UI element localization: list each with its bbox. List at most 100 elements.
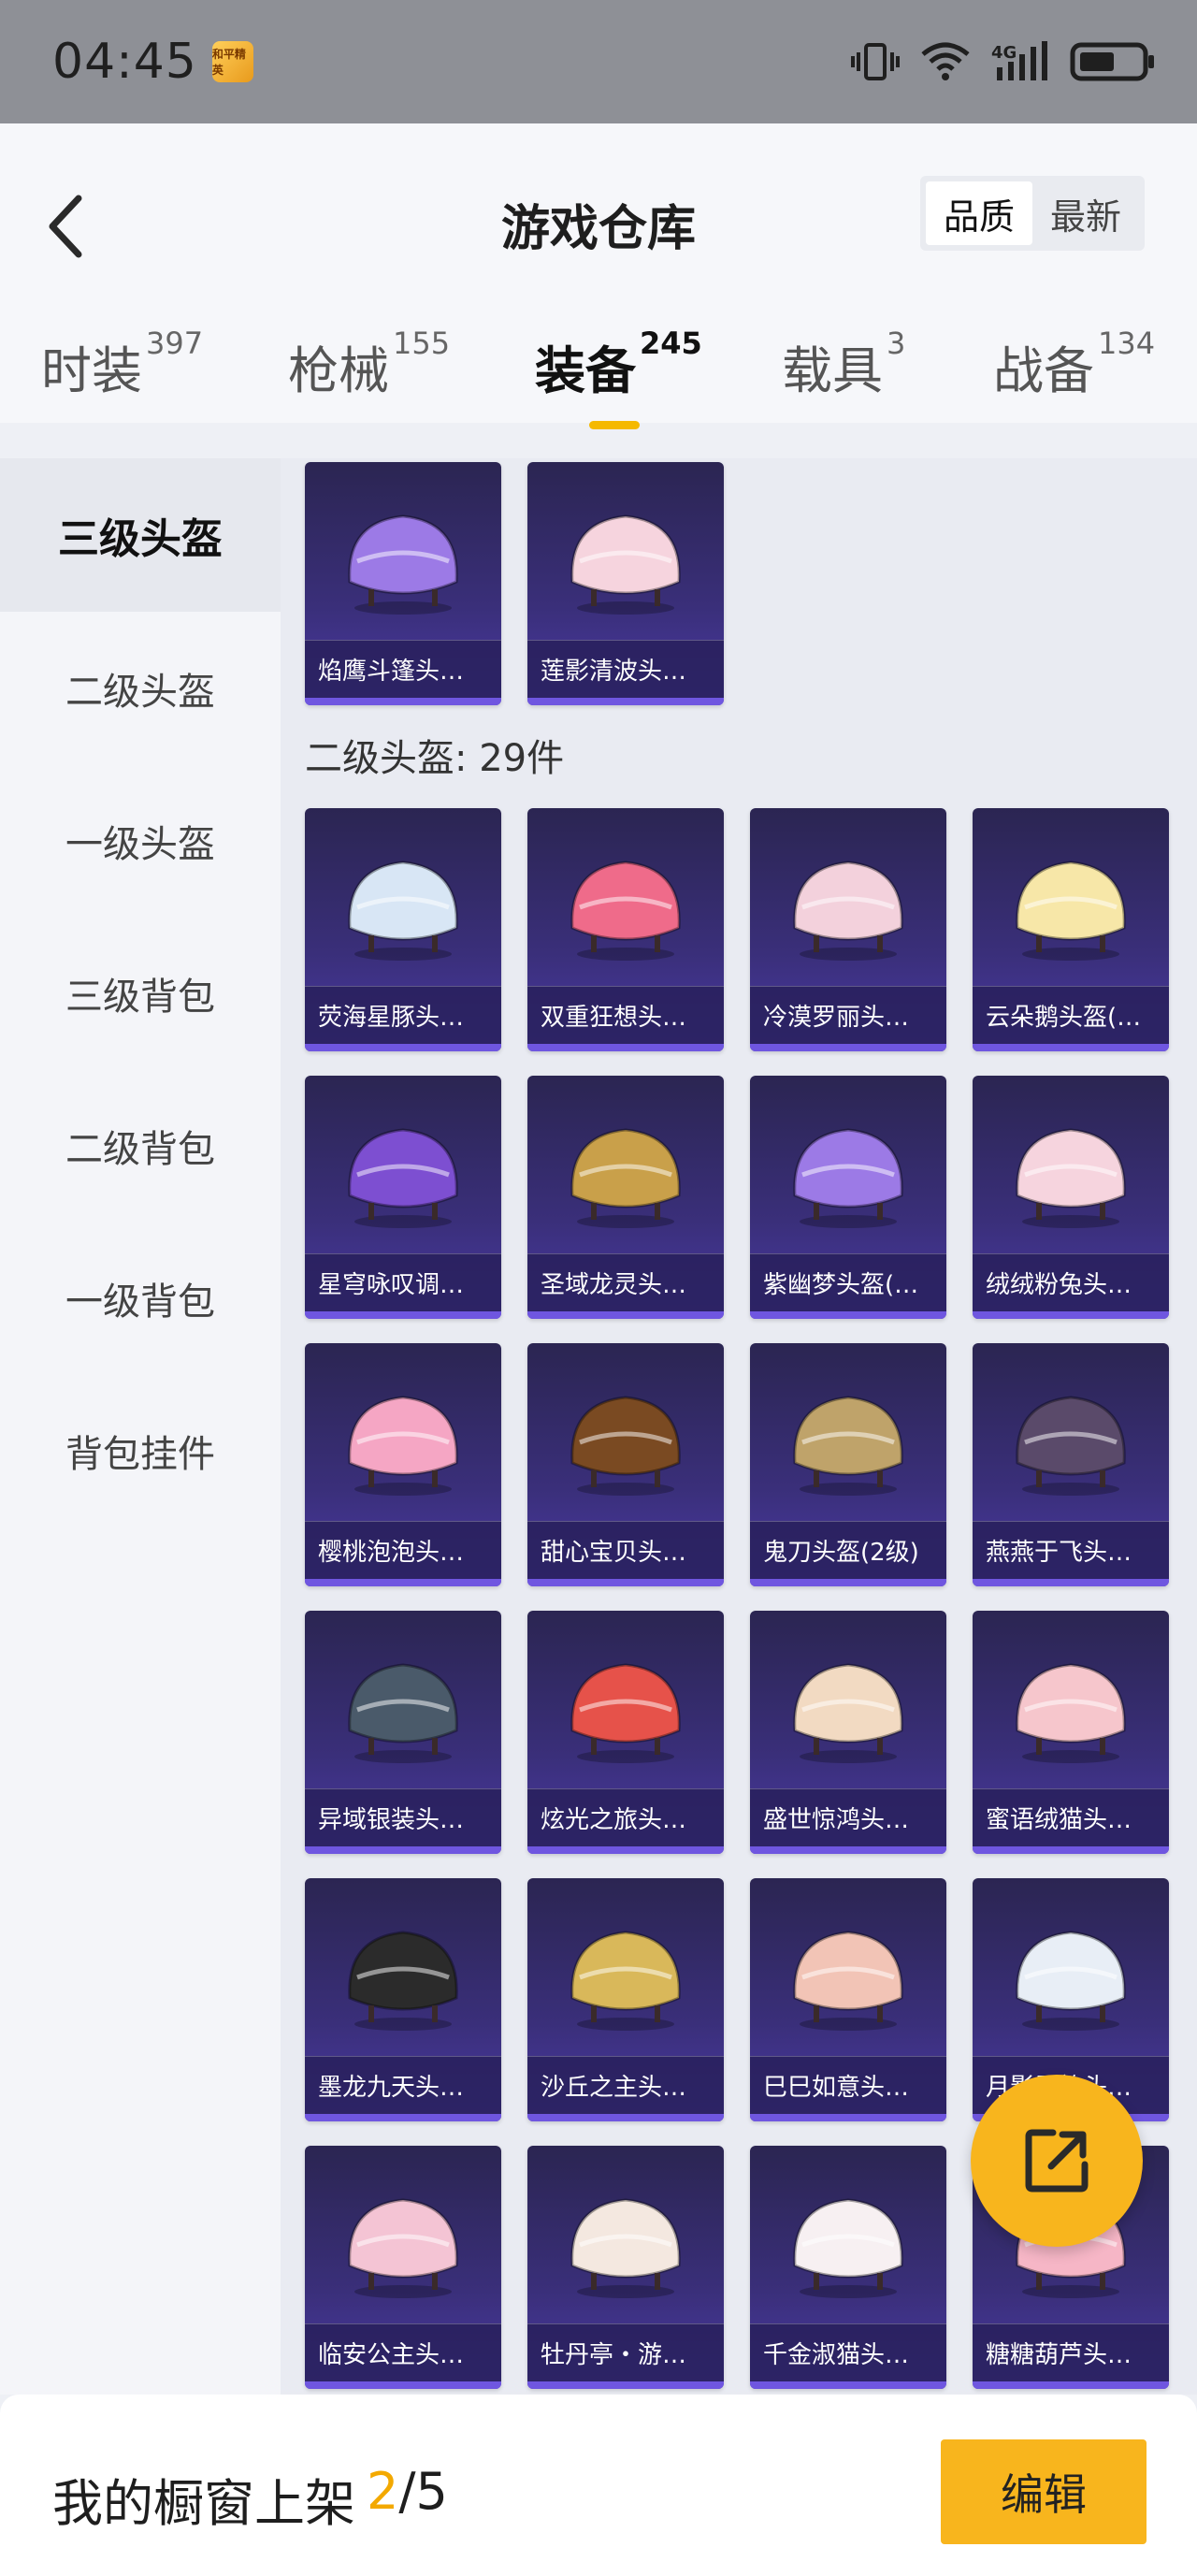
helmet-icon <box>793 1396 903 1496</box>
item-name: 糖糖葫芦头… <box>973 2323 1169 2381</box>
sidebar-item-level1-helmet[interactable]: 一级头盔 <box>0 764 281 917</box>
sidebar-item-level3-backpack[interactable]: 三级背包 <box>0 917 281 1069</box>
item-card[interactable]: 燕燕于飞头… <box>973 1343 1169 1586</box>
item-card[interactable]: 甜心宝贝头… <box>527 1343 724 1586</box>
tab-equipment[interactable]: 装备 245 <box>535 326 702 423</box>
tab-label: 载具 <box>782 341 883 400</box>
wifi-icon <box>921 42 970 80</box>
helmet-icon <box>570 1128 681 1228</box>
item-name: 异域银装头… <box>305 1788 501 1846</box>
sidebar-item-level1-backpack[interactable]: 一级背包 <box>0 1222 281 1374</box>
item-name: 双重狂想头… <box>527 986 724 1044</box>
item-card[interactable]: 千金淑猫头… <box>750 2146 946 2389</box>
helmet-icon <box>1016 1128 1126 1228</box>
item-name: 燕燕于飞头… <box>973 1521 1169 1579</box>
tab-label: 战备 <box>993 341 1094 400</box>
tab-count: 245 <box>640 326 702 361</box>
item-card[interactable]: 牡丹亭・游… <box>527 2146 724 2389</box>
item-card[interactable]: 荧海星豚头… <box>305 808 501 1051</box>
share-out-icon <box>1025 2129 1089 2192</box>
tab-vehicles[interactable]: 载具 3 <box>782 326 906 423</box>
tab-label: 装备 <box>535 341 636 400</box>
helmet-icon <box>348 514 458 615</box>
helmet-icon <box>793 1128 903 1228</box>
item-card[interactable]: 焰鹰斗篷头… <box>305 462 501 705</box>
edit-button[interactable]: 编辑 <box>941 2439 1147 2544</box>
helmet-icon <box>348 1396 458 1496</box>
item-name: 鬼刀头盔(2级) <box>750 1521 946 1579</box>
sidebar-item-backpack-pendant[interactable]: 背包挂件 <box>0 1374 281 1527</box>
sidebar-item-level2-backpack[interactable]: 二级背包 <box>0 1069 281 1222</box>
helmet-icon <box>348 861 458 961</box>
tab-label: 时装 <box>41 341 142 400</box>
category-tabs: 时装 397 枪械 155 装备 245 载具 3 战备 134 <box>0 326 1197 432</box>
sort-by-quality-button[interactable]: 品质 <box>926 181 1032 245</box>
tab-supplies[interactable]: 战备 134 <box>993 326 1155 423</box>
helmet-icon <box>348 1931 458 2031</box>
item-name: 樱桃泡泡头… <box>305 1521 501 1579</box>
item-card[interactable]: 鬼刀头盔(2级) <box>750 1343 946 1586</box>
item-card[interactable]: 巳巳如意头… <box>750 1878 946 2121</box>
tab-count: 3 <box>887 326 906 361</box>
item-name: 沙丘之主头… <box>527 2056 724 2114</box>
item-card[interactable]: 墨龙九天头… <box>305 1878 501 2121</box>
sort-by-newest-button[interactable]: 最新 <box>1032 181 1139 245</box>
item-name: 星穹咏叹调… <box>305 1253 501 1311</box>
item-name: 牡丹亭・游… <box>527 2323 724 2381</box>
item-name: 荧海星豚头… <box>305 986 501 1044</box>
app-badge-label: 和平精英 <box>211 48 246 77</box>
item-card[interactable]: 盛世惊鸿头… <box>750 1611 946 1854</box>
showcase-bar: 我的橱窗上架 2/5 编辑 <box>0 2395 1197 2576</box>
active-tab-indicator <box>589 421 640 429</box>
item-card[interactable]: 星穹咏叹调… <box>305 1076 501 1319</box>
helmet-icon <box>1016 1396 1126 1496</box>
item-name: 云朵鹅头盔(… <box>973 986 1169 1044</box>
item-name: 紫幽梦头盔(… <box>750 1253 946 1311</box>
helmet-icon <box>1016 861 1126 961</box>
status-time: 04:45 <box>52 34 197 90</box>
share-button[interactable] <box>971 2075 1143 2247</box>
item-card[interactable]: 炫光之旅头… <box>527 1611 724 1854</box>
helmet-icon <box>793 1931 903 2031</box>
tab-label: 枪械 <box>288 341 389 400</box>
item-card[interactable]: 双重狂想头… <box>527 808 724 1051</box>
item-card[interactable]: 樱桃泡泡头… <box>305 1343 501 1586</box>
helmet-icon <box>793 861 903 961</box>
item-card[interactable]: 异域银装头… <box>305 1611 501 1854</box>
item-card[interactable]: 圣域龙灵头… <box>527 1076 724 1319</box>
helmet-icon <box>570 1931 681 2031</box>
helmet-icon <box>793 1663 903 1763</box>
sidebar-item-level2-helmet[interactable]: 二级头盔 <box>0 612 281 764</box>
item-card[interactable]: 绒绒粉兔头… <box>973 1076 1169 1319</box>
item-name: 盛世惊鸿头… <box>750 1788 946 1846</box>
item-card[interactable]: 云朵鹅头盔(… <box>973 808 1169 1051</box>
item-card[interactable]: 冷漠罗丽头… <box>750 808 946 1051</box>
item-card[interactable]: 紫幽梦头盔(… <box>750 1076 946 1319</box>
showcase-total: /5 <box>398 2462 448 2521</box>
item-name: 蜜语绒猫头… <box>973 1788 1169 1846</box>
sidebar: 三级头盔 二级头盔 一级头盔 三级背包 二级背包 一级背包 背包挂件 <box>0 458 281 2395</box>
tab-weapons[interactable]: 枪械 155 <box>288 326 451 423</box>
item-name: 莲影清波头… <box>527 640 724 698</box>
item-name: 巳巳如意头… <box>750 2056 946 2114</box>
item-card[interactable]: 沙丘之主头… <box>527 1878 724 2121</box>
battery-icon <box>1070 42 1154 81</box>
section-title: 二级头盔: 29件 <box>305 737 565 780</box>
helmet-icon <box>1016 1663 1126 1763</box>
item-card[interactable]: 临安公主头… <box>305 2146 501 2389</box>
item-card[interactable]: 莲影清波头… <box>527 462 724 705</box>
sidebar-item-level3-helmet[interactable]: 三级头盔 <box>0 458 281 612</box>
item-name: 圣域龙灵头… <box>527 1253 724 1311</box>
helmet-icon <box>348 1128 458 1228</box>
item-card[interactable]: 蜜语绒猫头… <box>973 1611 1169 1854</box>
item-name: 墨龙九天头… <box>305 2056 501 2114</box>
signal-icon: 4G <box>991 41 1047 80</box>
tab-count: 155 <box>393 326 451 361</box>
item-name: 炫光之旅头… <box>527 1788 724 1846</box>
helmet-icon <box>570 1663 681 1763</box>
item-name: 临安公主头… <box>305 2323 501 2381</box>
helmet-icon <box>348 1663 458 1763</box>
helmet-icon <box>793 2198 903 2298</box>
tab-fashion[interactable]: 时装 397 <box>41 326 203 423</box>
item-name: 焰鹰斗篷头… <box>305 640 501 698</box>
